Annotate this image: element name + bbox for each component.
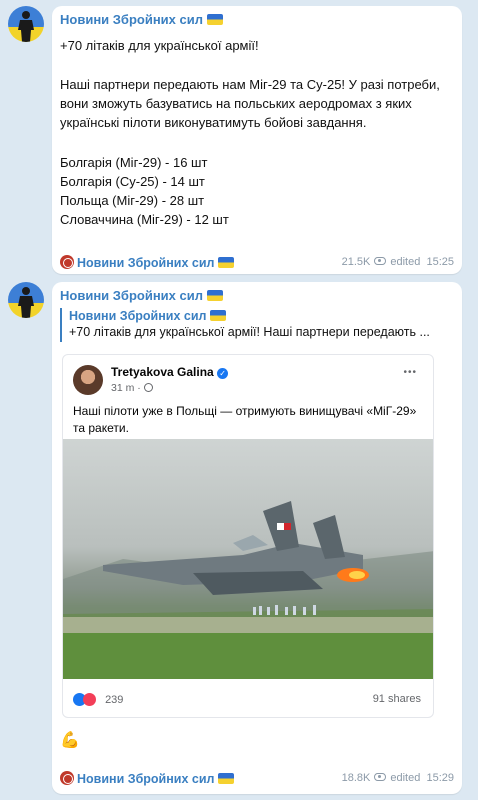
channel-avatar[interactable]: [8, 282, 44, 318]
reactions[interactable]: 239: [73, 693, 123, 706]
reply-quote[interactable]: Новини Збройних сил +70 літаків для укра…: [60, 308, 455, 342]
list-item: Словаччина (Міг-29) - 12 шт: [60, 212, 229, 227]
ukraine-flag-icon: [218, 257, 235, 268]
reply-text: +70 літаків для української армії! Наші …: [69, 325, 430, 339]
post-text: Наші пілоти уже в Польщі — отримують вин…: [73, 404, 417, 435]
forward-source-icon: [60, 255, 74, 269]
ukraine-flag-icon: [206, 290, 223, 301]
globe-icon: [143, 383, 153, 392]
forward-source-icon: [60, 771, 74, 785]
eye-icon: [374, 257, 387, 265]
ukraine-flag-icon: [210, 310, 227, 321]
aircraft-list: Болгарія (Міг-29) - 16 шт Болгарія (Су-2…: [60, 153, 229, 229]
soldier-icon: [18, 287, 34, 318]
emoji-reaction: 💪: [60, 732, 80, 749]
facebook-post-card[interactable]: Tretyakova Galina ✓ 31 m · ••• Наші піло…: [62, 354, 434, 718]
message-footer: Новини Збройних сил 21.5K edited 15:25: [60, 254, 454, 272]
footer-channel-link[interactable]: Новини Збройних сил: [77, 772, 214, 786]
more-options-icon[interactable]: •••: [403, 367, 417, 378]
list-item: Польща (Міг-29) - 28 шт: [60, 193, 205, 208]
message-bubble-2: Новини Збройних сил Новини Збройних сил …: [52, 282, 462, 794]
message-time: 15:25: [426, 256, 454, 268]
message-footer: Новини Збройних сил 18.8K edited 15:29: [60, 770, 454, 788]
list-item: Болгарія (Су-25) - 14 шт: [60, 174, 205, 189]
message-time: 15:29: [426, 772, 454, 784]
verified-icon: ✓: [217, 368, 229, 379]
author-name: Tretyakova Galina ✓: [111, 365, 229, 379]
author-avatar: [73, 365, 103, 395]
message-body: Наші партнери передають нам Міг-29 та Су…: [60, 77, 440, 130]
message-meta: 21.5K edited 15:25: [342, 256, 454, 268]
edited-label: edited: [390, 256, 421, 268]
view-count: 21.5K: [341, 256, 371, 268]
message-title: +70 літаків для української армії!: [60, 38, 259, 53]
ukraine-flag-icon: [206, 14, 223, 25]
reply-channel: Новини Збройних сил: [69, 308, 455, 324]
channel-name[interactable]: Новини Збройних сил: [60, 288, 223, 304]
jet-photo[interactable]: [63, 439, 433, 679]
post-time: 31 m ·: [111, 382, 153, 394]
love-icon: [83, 693, 96, 706]
message-bubble-1: Новини Збройних сил +70 літаків для укра…: [52, 6, 462, 274]
edited-label: edited: [390, 772, 421, 784]
view-count: 18.8K: [341, 772, 371, 784]
list-item: Болгарія (Міг-29) - 16 шт: [60, 155, 208, 170]
soldier-icon: [18, 11, 34, 42]
channel-avatar[interactable]: [8, 6, 44, 42]
message-meta: 18.8K edited 15:29: [342, 772, 454, 784]
eye-icon: [374, 773, 387, 781]
shares-count[interactable]: 91 shares: [373, 693, 421, 705]
jet-image: [63, 501, 433, 679]
footer-channel-link[interactable]: Новини Збройних сил: [77, 256, 214, 270]
channel-name[interactable]: Новини Збройних сил: [60, 12, 223, 28]
ukraine-flag-icon: [218, 773, 235, 784]
